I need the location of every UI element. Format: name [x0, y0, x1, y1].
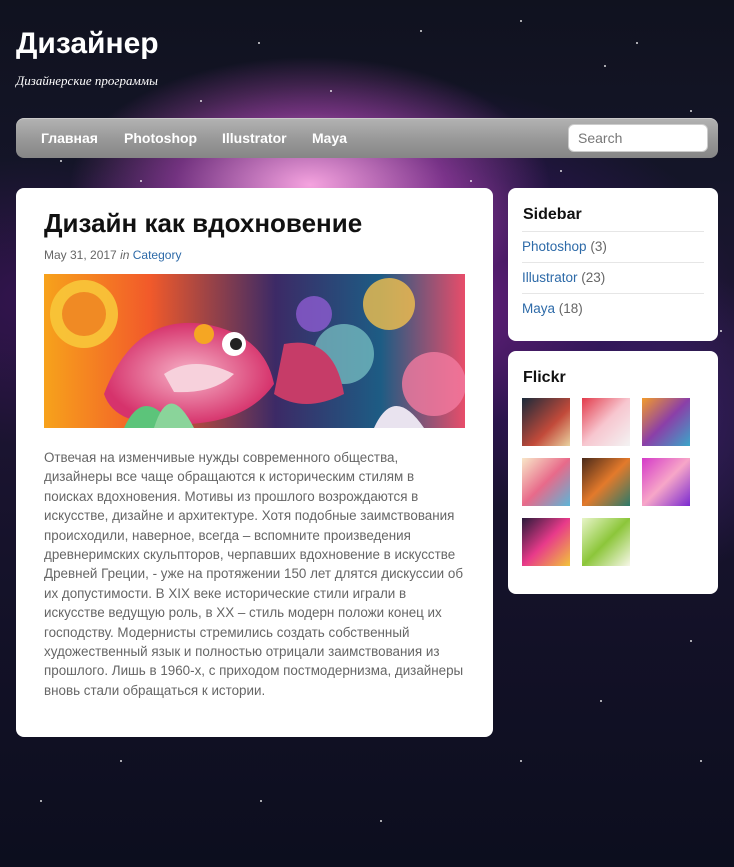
sidebar-widget: Sidebar Photoshop (3) Illustrator (23) M… [508, 188, 718, 341]
nav-item-maya[interactable]: Maya [312, 130, 347, 146]
sidebar-item-illustrator: Illustrator (23) [522, 262, 704, 293]
sidebar-link-illustrator[interactable]: Illustrator [522, 270, 578, 285]
post-card: Дизайн как вдохновение May 31, 2017 in C… [16, 188, 493, 737]
post-title[interactable]: Дизайн как вдохновение [44, 208, 362, 239]
sidebar-link-photoshop[interactable]: Photoshop [522, 239, 587, 254]
flickr-thumb-3[interactable] [642, 398, 690, 446]
star [40, 800, 42, 802]
flickr-widget: Flickr [508, 351, 718, 594]
flickr-thumb-4[interactable] [522, 458, 570, 506]
post-in-label: in [120, 248, 130, 262]
sidebar-count-illustrator: (23) [581, 270, 606, 285]
star [330, 90, 332, 92]
star [636, 42, 638, 44]
sidebar-count-maya: (18) [558, 301, 583, 316]
post-body: Отвечая на изменчивые нужды современного… [44, 450, 464, 698]
star [690, 640, 692, 642]
flickr-thumb-2[interactable] [582, 398, 630, 446]
flickr-thumb-6[interactable] [642, 458, 690, 506]
star [520, 20, 522, 22]
star [420, 30, 422, 32]
sidebar-item-photoshop: Photoshop (3) [522, 231, 704, 262]
post-meta: May 31, 2017 in Category [44, 248, 181, 262]
nav-item-illustrator[interactable]: Illustrator [222, 130, 287, 146]
star [470, 180, 472, 182]
star [560, 170, 562, 172]
star [260, 800, 262, 802]
flickr-thumb-1[interactable] [522, 398, 570, 446]
star [120, 760, 122, 762]
star [258, 42, 260, 44]
sidebar-link-maya[interactable]: Maya [522, 301, 555, 316]
star [690, 110, 692, 112]
post-date: May 31, 2017 [44, 248, 117, 262]
nav-item-photoshop[interactable]: Photoshop [124, 130, 197, 146]
colorful-koi-fish-illustration-icon [44, 274, 465, 428]
site-description: Дизайнерские программы [16, 73, 158, 88]
star [380, 820, 382, 822]
sidebar-list: Photoshop (3) Illustrator (23) Maya (18) [522, 231, 704, 324]
star [200, 100, 202, 102]
star [604, 65, 606, 67]
star [140, 180, 142, 182]
sidebar-count-photoshop: (3) [590, 239, 607, 254]
main-navbar: Главная Photoshop Illustrator Maya [16, 118, 718, 158]
star [60, 160, 62, 162]
site-title[interactable]: Дизайнер [16, 27, 159, 61]
search-input[interactable] [568, 124, 708, 152]
sidebar-title: Sidebar [523, 206, 582, 223]
star [520, 760, 522, 762]
flickr-thumb-7[interactable] [522, 518, 570, 566]
flickr-thumb-5[interactable] [582, 458, 630, 506]
post-category-link[interactable]: Category [133, 248, 182, 262]
star [700, 760, 702, 762]
flickr-title: Flickr [523, 369, 566, 386]
flickr-thumb-8[interactable] [582, 518, 630, 566]
sidebar-item-maya: Maya (18) [522, 293, 704, 324]
nav-item-home[interactable]: Главная [41, 130, 98, 146]
star [600, 700, 602, 702]
star [720, 330, 722, 332]
